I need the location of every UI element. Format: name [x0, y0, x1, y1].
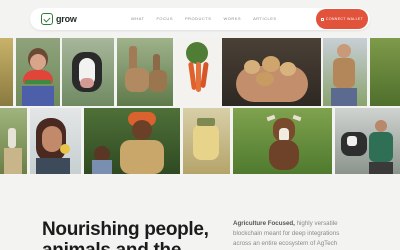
hero-intro-line-1: Agriculture Focused, highly versatile — [233, 219, 373, 229]
brand-name: grow — [56, 14, 77, 24]
hero-intro-line-2: blockchain meant for deep integrations — [233, 230, 340, 237]
gallery-photo-field-edge — [0, 38, 13, 106]
hero-headline: Nourishing people, animals and the — [42, 219, 209, 250]
hero-intro-emphasis: Agriculture Focused, — [233, 220, 295, 227]
top-navigation-bar: grow WHAT FOCUS PRODUCTS WORKS ARTICLES … — [30, 8, 370, 30]
wallet-icon — [320, 17, 324, 21]
gallery-photo-farmer-child — [84, 108, 180, 174]
gallery-photo-green-field — [370, 38, 400, 106]
hero-intro-text: Agriculture Focused, highly versatile bl… — [233, 219, 373, 249]
gallery-photo-dairy-farmer — [335, 108, 400, 174]
gallery-photo-woman-eating — [30, 108, 81, 174]
connect-wallet-button[interactable]: CONNECT WALLET — [316, 9, 368, 29]
nav-item-what[interactable]: WHAT — [131, 16, 144, 21]
gallery-photo-carrots — [176, 38, 220, 106]
nav-item-works[interactable]: WORKS — [223, 16, 241, 21]
connect-wallet-label: CONNECT WALLET — [325, 17, 364, 21]
nav-item-products[interactable]: PRODUCTS — [185, 16, 211, 21]
hero-headline-line-2: animals and the — [42, 240, 209, 250]
nav-item-articles[interactable]: ARTICLES — [253, 16, 277, 21]
gallery-photo-jar — [183, 108, 230, 174]
gallery-photo-path — [0, 108, 27, 174]
gallery-photo-goat — [233, 108, 332, 174]
main-menu: WHAT FOCUS PRODUCTS WORKS ARTICLES — [131, 16, 277, 21]
grow-logo-icon — [41, 13, 53, 25]
gallery-photo-boy-field — [323, 38, 367, 106]
gallery-photo-watermelon-girl — [16, 38, 60, 106]
brand-logo[interactable]: grow — [41, 13, 77, 25]
nav-item-focus[interactable]: FOCUS — [156, 16, 173, 21]
gallery-photo-cow — [62, 38, 114, 106]
gallery-photo-potatoes-hands — [222, 38, 321, 106]
hero-intro-line-3: across an entire ecosystem of AgTech — [233, 240, 338, 247]
hero-headline-line-1: Nourishing people, — [42, 219, 209, 240]
hero-intro-line-1-rest: highly versatile — [294, 220, 338, 227]
gallery-photo-llamas — [117, 38, 173, 106]
